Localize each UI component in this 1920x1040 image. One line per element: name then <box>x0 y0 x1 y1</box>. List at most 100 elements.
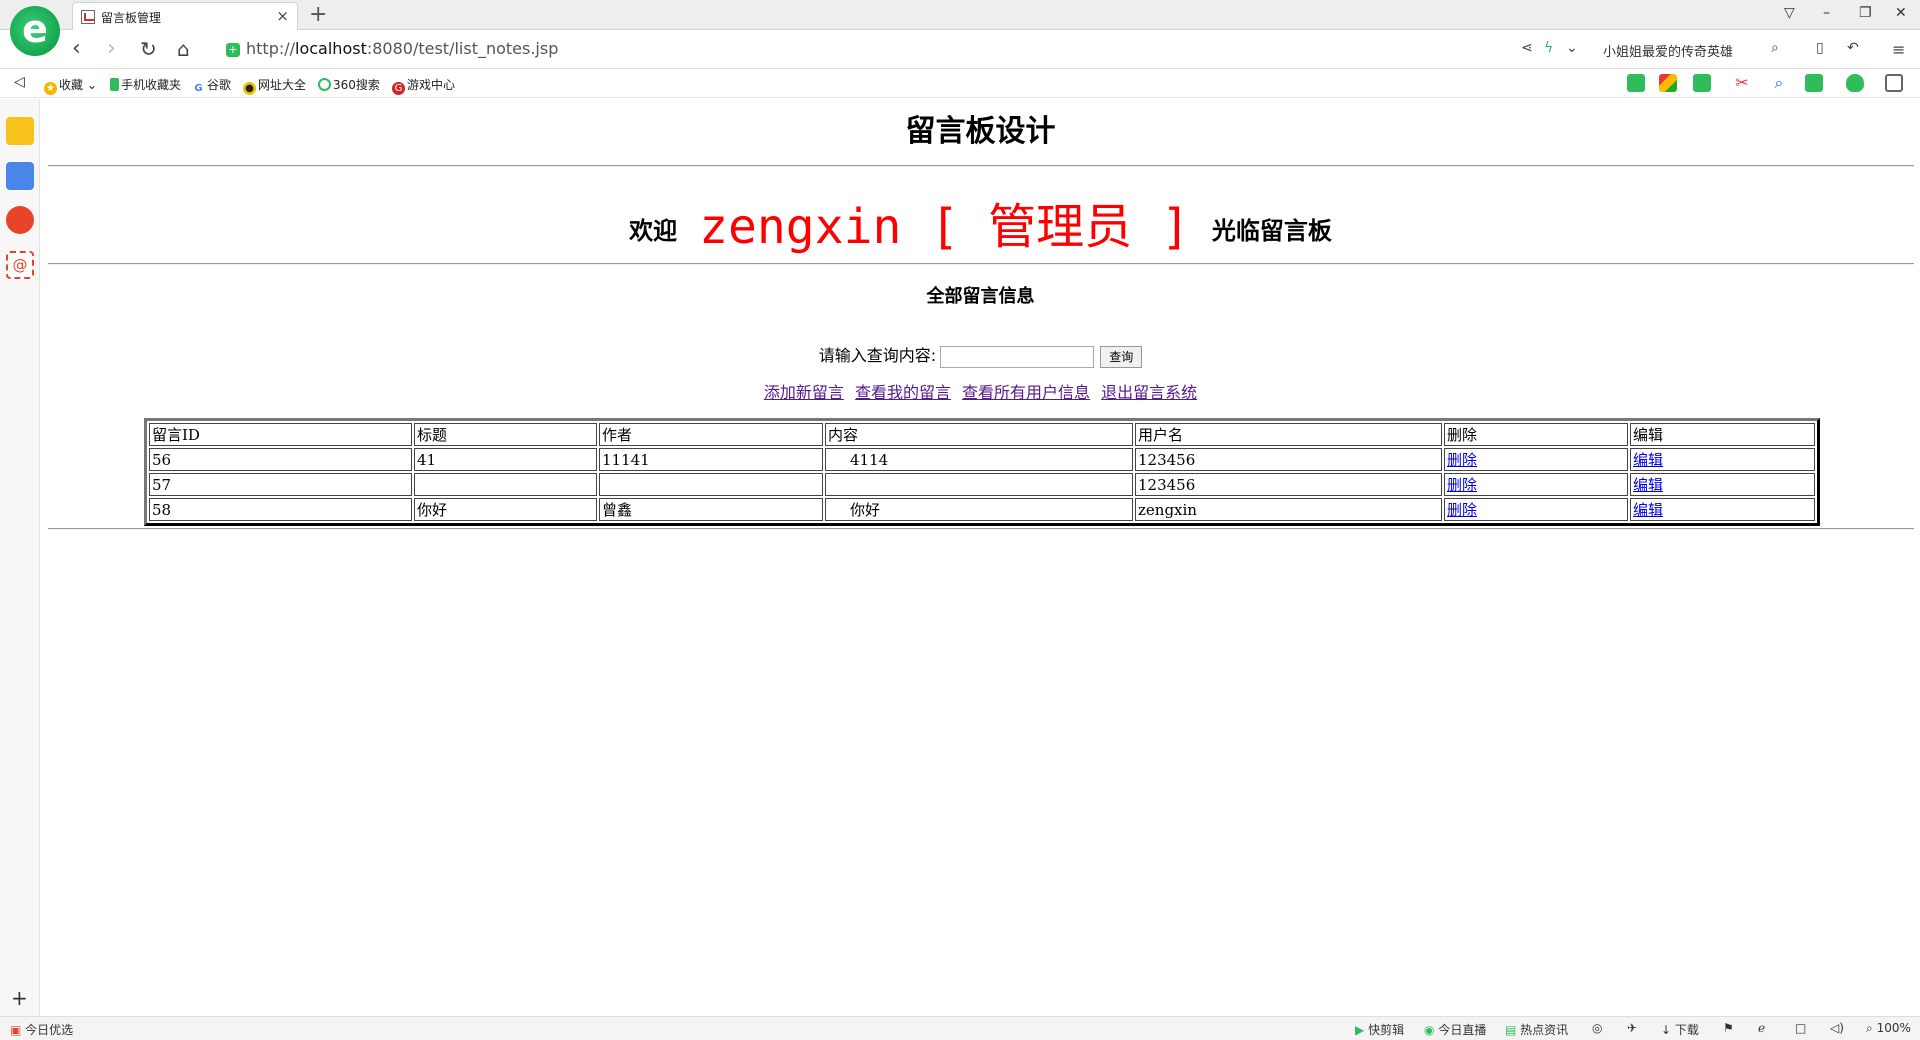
sidebar-reader-icon[interactable] <box>6 162 34 190</box>
sites-icon: ● <box>243 82 256 95</box>
status-pin-icon[interactable]: ✈ <box>1627 1021 1637 1035</box>
sidebar-favorites-icon[interactable] <box>6 117 34 145</box>
delete-link[interactable]: 删除 <box>1447 501 1477 519</box>
logout-link[interactable]: 退出留言系统 <box>1101 383 1197 402</box>
url-host: localhost <box>295 39 367 58</box>
header-delete: 删除 <box>1444 423 1628 446</box>
apps-grid-icon[interactable] <box>1885 74 1903 92</box>
search-icon[interactable]: ⌕ <box>1771 40 1779 56</box>
action-links: 添加新留言 查看我的留言 查看所有用户信息 退出留言系统 <box>41 379 1920 403</box>
delete-link[interactable]: 删除 <box>1447 476 1477 494</box>
new-tab-button[interactable]: + <box>309 2 327 28</box>
sidebar-mail-icon[interactable]: @ <box>6 251 34 279</box>
edit-link[interactable]: 编辑 <box>1633 451 1663 469</box>
zoom-icon: ⌕ <box>1866 1021 1873 1035</box>
divider <box>48 165 1914 167</box>
status-news[interactable]: ▤ 热点资讯 <box>1505 1021 1568 1038</box>
sidebar-weibo-icon[interactable] <box>6 206 34 234</box>
game-icon: G <box>392 82 405 95</box>
query-button[interactable]: 查询 <box>1100 345 1143 368</box>
status-ie-icon[interactable]: ℯ <box>1758 1021 1765 1035</box>
minimize-icon[interactable]: – <box>1823 5 1830 21</box>
home-icon[interactable]: ⌂ <box>177 37 190 61</box>
status-live[interactable]: ◉ 今日直播 <box>1424 1021 1486 1038</box>
cell-id: 56 <box>149 448 412 471</box>
skin-icon[interactable]: ▽ <box>1784 5 1795 21</box>
reload-icon[interactable]: ↻ <box>140 37 157 61</box>
url-path: :8080/test/list_notes.jsp <box>366 39 559 58</box>
bookmark-360search[interactable]: 360搜索 <box>318 76 380 93</box>
status-window-icon[interactable]: □ <box>1795 1021 1806 1035</box>
share-icon[interactable]: ⋖ <box>1521 40 1533 56</box>
bookmark-google[interactable]: G 谷歌 <box>192 76 231 95</box>
status-download[interactable]: ↓ 下载 <box>1661 1021 1699 1038</box>
secure-shield-icon: + <box>226 43 240 57</box>
dropdown-chevron-icon[interactable]: ⌄ <box>1566 40 1578 56</box>
security-shield-icon[interactable] <box>1846 74 1864 92</box>
section-title: 全部留言信息 <box>926 286 1035 307</box>
news-icon: ▤ <box>1505 1023 1517 1037</box>
page-favicon-icon <box>81 10 95 24</box>
welcome-suffix: 光临留言板 <box>1211 216 1332 245</box>
phone-icon <box>110 78 119 91</box>
header-title: 标题 <box>414 423 597 446</box>
tab-close-icon[interactable]: × <box>276 7 289 25</box>
cell-title <box>414 473 597 496</box>
cell-author: 11141 <box>599 448 823 471</box>
status-speed-icon[interactable]: ◎ <box>1592 1021 1602 1035</box>
sidebar-add-icon[interactable]: + <box>11 986 28 1010</box>
cell-delete: 删除 <box>1444 448 1628 471</box>
restore-icon[interactable]: ❐ <box>1859 5 1872 21</box>
magnifier-icon[interactable]: ⌕ <box>1770 74 1788 92</box>
bookmark-games[interactable]: G 游戏中心 <box>392 76 455 95</box>
cell-content: 你好 <box>825 498 1133 521</box>
bookmark-favorites[interactable]: ★ 收藏 ⌄ <box>44 76 97 95</box>
cell-edit: 编辑 <box>1630 473 1815 496</box>
color-extension-icon[interactable] <box>1659 74 1677 92</box>
browser-logo-icon[interactable]: e <box>10 6 60 56</box>
cell-author <box>599 473 823 496</box>
delete-link[interactable]: 删除 <box>1447 451 1477 469</box>
add-note-link[interactable]: 添加新留言 <box>764 383 844 402</box>
window-close-icon[interactable]: ✕ <box>1895 5 1907 21</box>
status-clip[interactable]: ▶ 快剪辑 <box>1355 1021 1404 1038</box>
bookmark-mobile[interactable]: 手机收藏夹 <box>110 76 181 93</box>
header-author: 作者 <box>599 423 823 446</box>
forward-icon[interactable]: › <box>107 37 116 61</box>
welcome-banner: 欢迎 zengxin [ 管理员 ] 光临留言板 <box>41 187 1920 257</box>
edit-link[interactable]: 编辑 <box>1633 476 1663 494</box>
today-picks[interactable]: ▣ 今日优选 <box>10 1021 73 1038</box>
all-users-link[interactable]: 查看所有用户信息 <box>962 383 1090 402</box>
welcome-prefix: 欢迎 <box>629 216 678 245</box>
cell-id: 58 <box>149 498 412 521</box>
query-form: 请输入查询内容: 查询 <box>41 342 1920 368</box>
status-flag-icon[interactable]: ⚑ <box>1723 1021 1734 1035</box>
status-zoom[interactable]: ⌕ 100% <box>1866 1021 1911 1036</box>
page-title: 留言板设计 <box>905 114 1056 149</box>
cell-title: 你好 <box>414 498 597 521</box>
back-icon[interactable]: ‹ <box>72 37 81 61</box>
menu-icon[interactable]: ≡ <box>1892 40 1905 59</box>
gift-icon: ▣ <box>10 1023 22 1037</box>
bookmark-sites[interactable]: ● 网址大全 <box>243 76 306 95</box>
cell-content <box>825 473 1133 496</box>
reader-icon[interactable]: ▯ <box>1816 40 1824 56</box>
google-icon: G <box>192 82 205 95</box>
speed-mode-icon[interactable]: ϟ <box>1544 40 1553 56</box>
search-suggestion[interactable]: 小姐姐最爱的传奇英雄 <box>1603 41 1733 60</box>
translate-extension-icon[interactable] <box>1693 74 1711 92</box>
scissors-icon[interactable]: ✂ <box>1733 74 1751 92</box>
book-extension-icon[interactable] <box>1627 74 1645 92</box>
query-input[interactable] <box>940 345 1095 368</box>
sidebar-toggle-icon[interactable]: ◁ <box>14 74 25 90</box>
edit-link[interactable]: 编辑 <box>1633 501 1663 519</box>
gamepad-icon[interactable] <box>1805 74 1823 92</box>
cell-username: zengxin <box>1135 498 1442 521</box>
tab-notes[interactable]: 留言板管理 × <box>72 2 298 30</box>
status-sound-icon[interactable]: ◁) <box>1830 1021 1844 1035</box>
left-sidebar: @ + <box>0 99 40 1016</box>
my-notes-link[interactable]: 查看我的留言 <box>855 383 951 402</box>
address-bar[interactable]: + http://localhost:8080/test/list_notes.j… <box>226 39 558 61</box>
undo-icon[interactable]: ↶ <box>1847 40 1859 56</box>
header-username: 用户名 <box>1135 423 1442 446</box>
